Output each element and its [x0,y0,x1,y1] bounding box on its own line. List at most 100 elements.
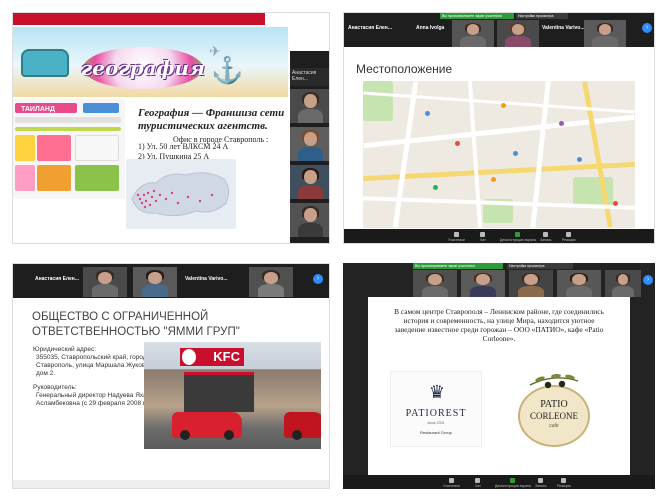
map-poi-icon[interactable] [501,103,506,108]
map-poi-icon[interactable] [433,185,438,190]
crest-icon: ♛ [428,382,446,402]
site-tile [15,165,35,191]
gallery-header: Анастасия Елен... [290,68,329,86]
slide-red-bar [13,13,265,25]
participant-body [298,222,323,237]
company-details: Юридический адрес: 355035, Ставропольски… [33,346,151,408]
participant-body [460,35,486,47]
patiorest-logo: ♛ PATIOREST since 2001 Restaurant Group [390,371,482,447]
logo-line2: CORLEONE [530,411,578,421]
slide-text: В самом центре Ставрополя – Ленинском ра… [394,307,604,343]
participant-face [148,271,162,284]
participant-video[interactable] [290,127,329,161]
participant-video[interactable] [605,270,641,297]
slide-footer [13,480,329,488]
chat-button[interactable]: Чат [475,478,481,488]
participant-video[interactable] [290,165,329,199]
participant-face [466,24,480,36]
participant-face [304,94,317,109]
participant-video[interactable] [83,267,127,297]
participant-video[interactable] [249,267,293,297]
participant-video[interactable] [452,20,494,47]
logo-line1: PATIO [540,399,568,410]
participant-strip: Вы просматриваете экран участника Настро… [344,13,654,47]
logo-line3: cafe [549,423,559,429]
car-wheel [180,430,190,440]
participant-body [141,284,169,297]
participant-video[interactable] [461,270,505,297]
participant-face [98,271,112,284]
site-bar [15,127,121,131]
participant-name: Анастасия Елен... [348,25,392,31]
map-poi-icon[interactable] [577,157,582,162]
share-screen-button[interactable]: Демонстрация экрана [495,478,531,488]
participant-body [565,285,593,297]
chat-icon [475,478,481,483]
next-page-icon[interactable]: › [643,275,653,285]
viewing-banner: Вы просматриваете экран участника [440,13,514,19]
site-tag: ТАИЛАНД [15,103,77,113]
viewing-banner: Вы просматриваете экран участника [413,263,503,269]
slide-title: География — Франшиза сети туристических … [138,107,285,132]
geography-logo: география [81,47,205,89]
participant-video[interactable] [557,270,601,297]
park-area [363,81,393,121]
manager-label: Руководитель: [33,384,77,391]
next-page-icon[interactable]: › [313,274,323,284]
map-poi-icon[interactable] [491,177,496,182]
participant-video[interactable] [497,20,539,47]
logo-group: Restaurant Group [420,430,452,435]
participant-body [469,285,497,297]
participant-strip: Вы просматриваете экран участника Настро… [343,263,655,297]
participant-body [612,285,634,297]
site-tile [15,135,35,161]
participant-face [428,274,442,286]
participant-body [298,108,323,123]
reactions-button[interactable]: Реакции [557,478,571,488]
record-button[interactable]: Запись [540,232,551,242]
slide-title: ОБЩЕСТВО С ОГРАНИЧЕННОЙ ОТВЕТСТВЕННОСТЬЮ… [32,311,240,338]
participant-body [298,146,323,161]
shared-screen-geography: география ✈ ⚓ ТАИЛАНД География — Франши… [12,12,330,244]
reactions-button[interactable]: Реакции [562,232,576,242]
participant-video[interactable] [290,203,329,237]
map-poi-icon[interactable] [559,121,564,126]
participant-face [476,274,490,286]
participant-face [511,24,525,36]
anchor-icon: ⚓ [211,55,244,85]
next-page-icon[interactable]: › [642,23,652,33]
participant-video[interactable] [413,270,457,297]
view-options-button[interactable]: Настройки просмотра [507,263,573,269]
share-screen-button[interactable]: Демонстрация экрана [500,232,536,242]
participant-name: Анастасия Елен... [35,276,79,282]
participants-button[interactable]: Участники [448,232,465,242]
share-screen-icon [510,478,516,483]
view-options-button[interactable]: Настройки просмотра [516,13,568,19]
participant-name: Valentina Varivo... [542,25,585,31]
record-button[interactable]: Запись [535,478,546,488]
map-poi-icon[interactable] [613,201,618,206]
map-road [392,81,419,228]
participant-face [572,274,586,286]
participant-face [598,24,612,36]
russia-map [126,159,236,229]
geography-banner: география ✈ ⚓ [13,27,288,97]
participant-name: Valentina Varivo... [185,276,228,282]
legal-address-label: Юридический адрес: [33,346,97,353]
participant-body [421,285,449,297]
participant-video[interactable] [133,267,177,297]
map-poi-icon[interactable] [425,111,430,116]
participant-video[interactable] [509,270,553,297]
map-poi-icon[interactable] [513,151,518,156]
kfc-logo-icon [182,349,196,365]
participant-video[interactable] [584,20,626,47]
map-poi-icon[interactable] [455,141,460,146]
meeting-toolbar: Участники Чат Демонстрация экрана Запись… [343,475,655,489]
participant-body [505,35,531,47]
chat-button[interactable]: Чат [480,232,486,242]
participant-video[interactable] [290,89,329,123]
participants-button[interactable]: Участники [443,478,460,488]
shared-screen-location: Вы просматриваете экран участника Настро… [343,12,655,244]
street-map[interactable] [363,81,635,228]
slide-title: Местоположение [356,62,453,76]
